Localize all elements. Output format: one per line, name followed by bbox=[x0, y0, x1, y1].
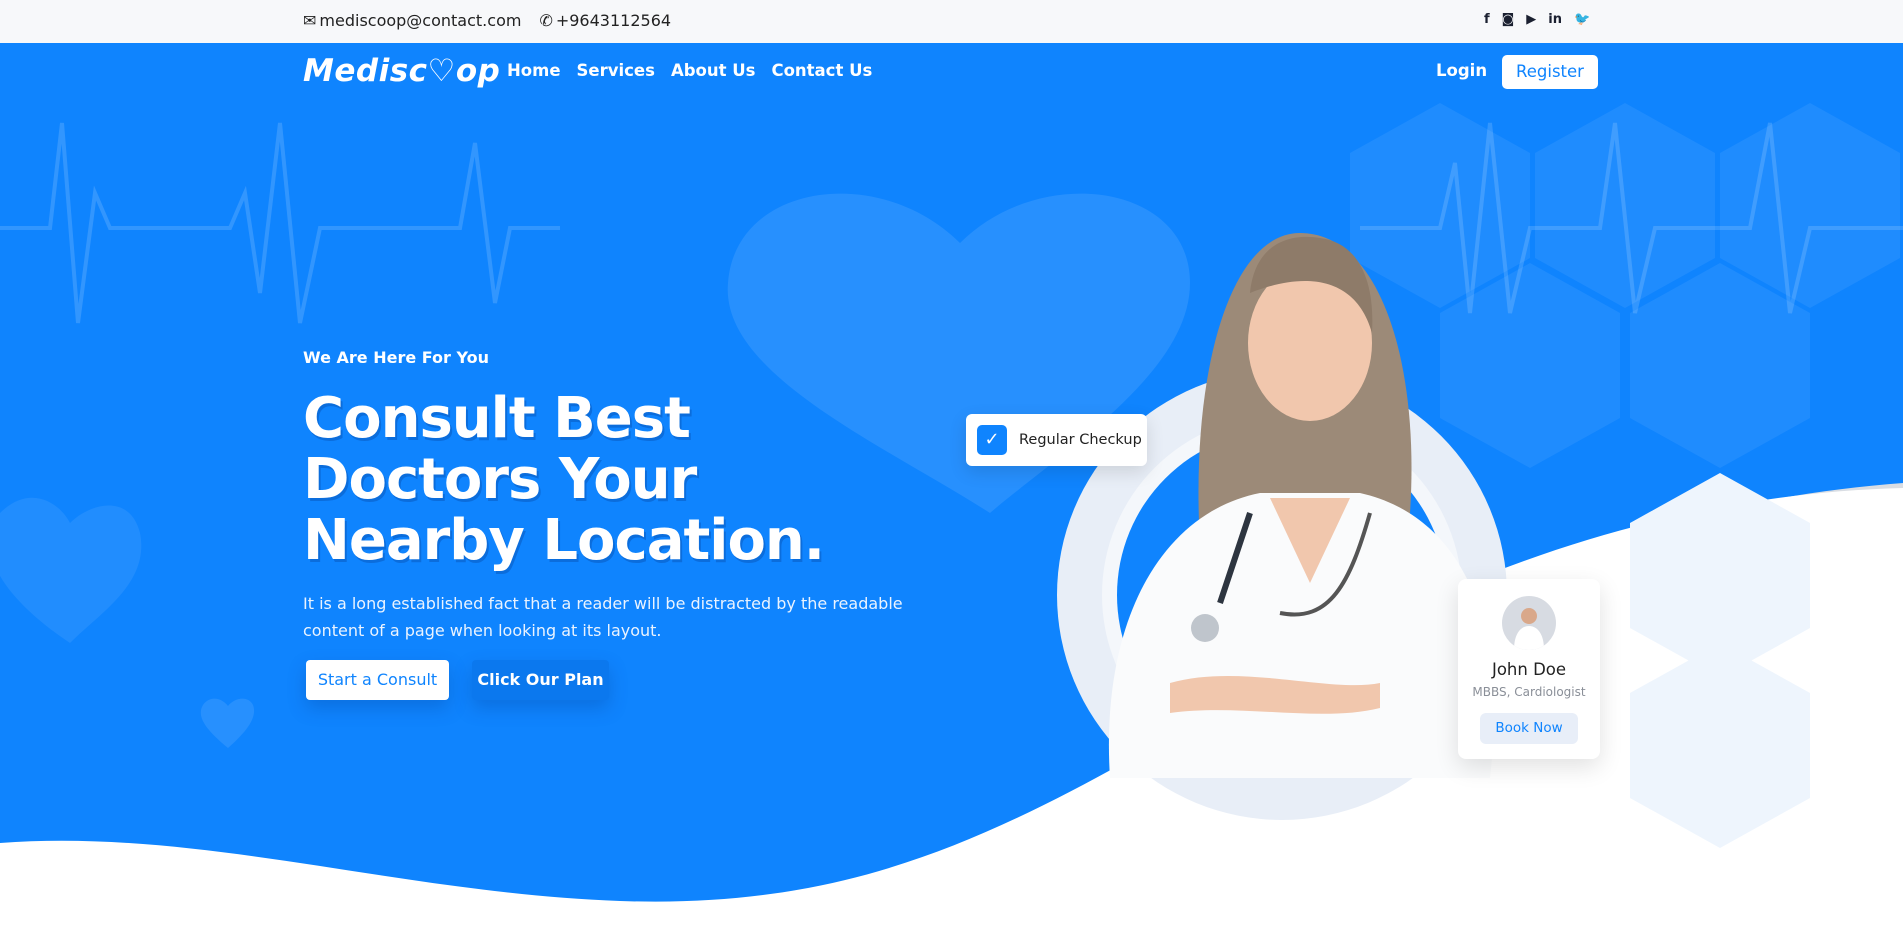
phone-icon: ✆ bbox=[539, 11, 553, 30]
wave-white bbox=[0, 488, 1903, 945]
hero-description: It is a long established fact that a rea… bbox=[303, 594, 903, 640]
book-now-button[interactable]: Book Now bbox=[1480, 713, 1578, 744]
nav-contact-us[interactable]: Contact Us bbox=[771, 61, 872, 80]
twitter-icon[interactable]: 🐦 bbox=[1574, 12, 1590, 27]
heart-tiny bbox=[200, 698, 255, 748]
doctor-name: John Doe bbox=[1491, 660, 1567, 679]
hexagon-pattern bbox=[1350, 103, 1900, 468]
doctor-card: John Doe MBBS, Cardiologist Book Now bbox=[1458, 579, 1600, 759]
logo[interactable]: Medisc♡op bbox=[303, 53, 500, 89]
login-link[interactable]: Login bbox=[1436, 61, 1487, 80]
linkedin-icon[interactable]: in bbox=[1548, 12, 1562, 27]
main-nav: Medisc♡op Home Services About Us Contact… bbox=[0, 43, 1903, 101]
phone-contact[interactable]: ✆ +9643112564 bbox=[539, 11, 671, 30]
youtube-icon[interactable]: ▶ bbox=[1526, 12, 1536, 27]
start-consult-button[interactable]: Start a Consult bbox=[306, 660, 449, 700]
register-button[interactable]: Register bbox=[1502, 55, 1598, 89]
heart-logo-icon: ♡ bbox=[427, 53, 456, 89]
click-our-plan-button[interactable]: Click Our Plan bbox=[472, 660, 609, 700]
checkmark-icon: ✓ bbox=[977, 425, 1007, 455]
doctor-specialty: MBBS, Cardiologist bbox=[1472, 685, 1586, 699]
instagram-icon[interactable]: ◙ bbox=[1502, 12, 1515, 27]
nav-services[interactable]: Services bbox=[577, 61, 655, 80]
doctor-avatar bbox=[1502, 596, 1556, 650]
facebook-icon[interactable]: f bbox=[1484, 12, 1490, 27]
top-bar: ✉ mediscoop@contact.com ✆ +9643112564 f ◙ … bbox=[0, 0, 1903, 43]
nav-home[interactable]: Home bbox=[507, 61, 561, 80]
nav-about-us[interactable]: About Us bbox=[671, 61, 756, 80]
hero-headline: Consult Best Doctors Your Nearby Locatio… bbox=[303, 386, 825, 573]
heartbeat-line bbox=[0, 122, 560, 324]
hero-background bbox=[0, 103, 1903, 945]
hero-section bbox=[0, 43, 1903, 945]
regular-checkup-card: ✓ Regular Checkup bbox=[966, 414, 1147, 466]
heart-small bbox=[0, 497, 142, 643]
hero-tagline: We Are Here For You bbox=[303, 348, 489, 367]
email-contact[interactable]: ✉ mediscoop@contact.com bbox=[303, 11, 521, 30]
mail-icon: ✉ bbox=[303, 11, 317, 30]
